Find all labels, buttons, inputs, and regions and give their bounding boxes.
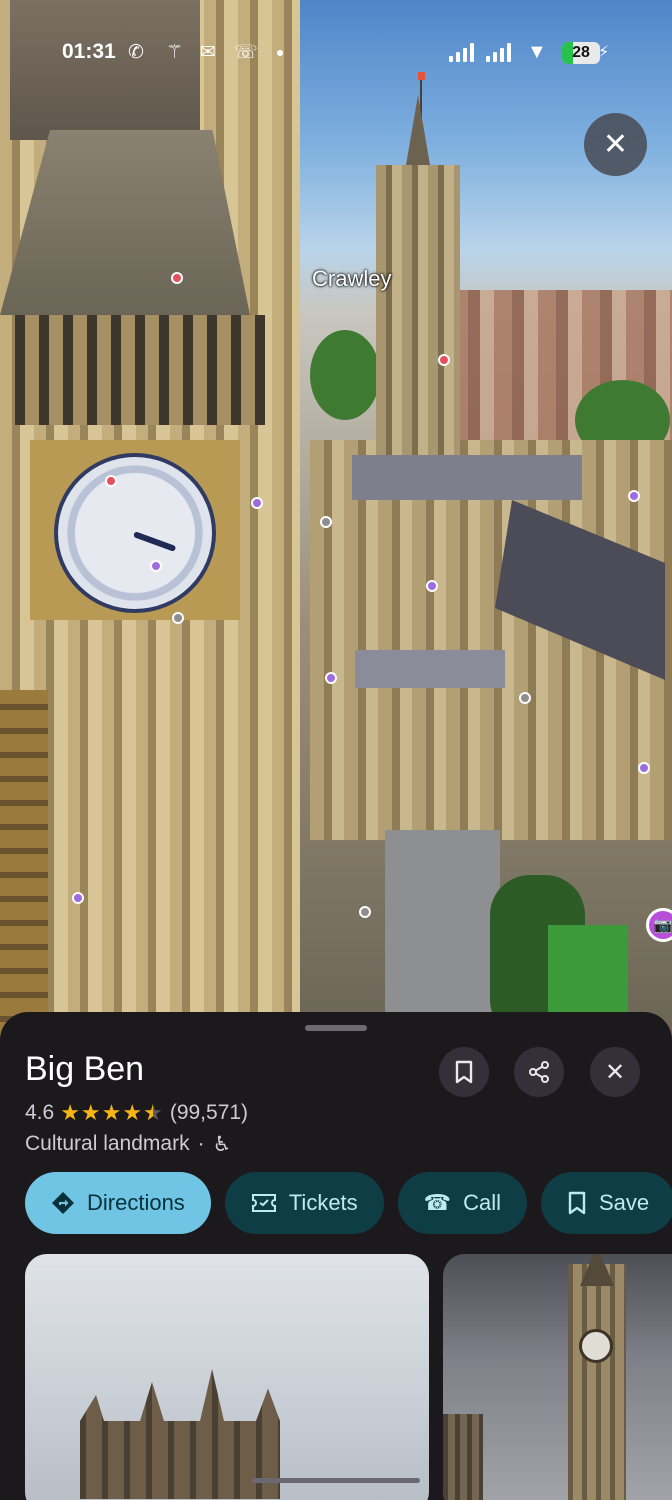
charging-icon: ⚡ (598, 44, 610, 61)
directions-button[interactable]: Directions (25, 1172, 211, 1234)
battery-level: 28 (572, 44, 590, 61)
save-button[interactable]: Save (540, 1172, 672, 1234)
victoria-tower (376, 165, 460, 455)
map-pin[interactable] (72, 892, 84, 904)
chat-icon: ✉ (200, 42, 216, 63)
photo-carousel[interactable] (25, 1254, 672, 1500)
half-star-icon: ★ (143, 1100, 164, 1126)
separator: · (197, 1132, 205, 1155)
tree-cluster (310, 330, 380, 420)
big-ben-belfry (15, 315, 265, 425)
directions-icon (52, 1192, 74, 1214)
close-3d-view-button[interactable]: ✕ (584, 113, 647, 176)
bookmark-icon (455, 1060, 473, 1084)
call-label: Call (463, 1190, 501, 1215)
close-icon: ✕ (602, 128, 629, 161)
map-pin[interactable] (320, 516, 332, 528)
map-pin[interactable] (325, 672, 337, 684)
tickets-button[interactable]: Tickets (224, 1172, 384, 1234)
star-icon: ★★★★ (60, 1100, 144, 1125)
map-pin[interactable] (251, 497, 263, 509)
map-pin[interactable] (150, 560, 162, 572)
palace-spires (80, 1369, 280, 1499)
wifi-icon: ▼ (527, 41, 547, 63)
directions-label: Directions (87, 1190, 185, 1215)
phone-icon: ☎ (423, 1190, 452, 1215)
left-building (0, 690, 48, 1040)
share-icon (529, 1061, 549, 1083)
action-chips: Directions Tickets ☎ Call Save (25, 1172, 672, 1234)
map-pin[interactable] (359, 906, 371, 918)
status-time: 01:31 (62, 40, 116, 63)
map-pin[interactable] (438, 354, 450, 366)
sheet-drag-handle[interactable] (305, 1025, 367, 1031)
signal-icon (449, 42, 474, 62)
category-row: Cultural landmark · ♿ (25, 1132, 231, 1157)
map-pin[interactable] (628, 490, 640, 502)
place-photo[interactable] (25, 1254, 429, 1500)
palace-roof (355, 650, 505, 688)
map-pin[interactable] (172, 612, 184, 624)
puzzle-icon: ⚚ (166, 42, 184, 63)
rating-stars: ★★★★★ (60, 1100, 164, 1126)
map-pin[interactable] (519, 692, 531, 704)
courtyard-road (385, 830, 500, 1040)
flag (418, 72, 425, 80)
save-label: Save (598, 1190, 650, 1215)
share-button[interactable] (514, 1047, 564, 1097)
close-sheet-button[interactable]: ✕ (590, 1047, 640, 1097)
big-ben-spire (10, 0, 200, 140)
signal-icon (486, 42, 511, 62)
map-pin[interactable] (426, 580, 438, 592)
map-place-label[interactable]: Crawley (312, 266, 391, 292)
battery-icon: 28 (562, 42, 600, 64)
whatsapp-icon: ✆ (128, 42, 144, 63)
status-bar: 01:31 ✆ ⚚ ✉ ☏ ▼ 28 ⚡ (0, 38, 672, 70)
bookmark-icon (568, 1191, 586, 1215)
map-3d-view[interactable]: 📷 Crawley (0, 0, 672, 1040)
palace-roof (352, 455, 582, 500)
save-place-button[interactable] (439, 1047, 489, 1097)
place-bottom-sheet[interactable]: Big Ben ✕ 4.6 ★★★★★ (99,571) Cultural la… (0, 1012, 672, 1500)
ticket-icon (251, 1194, 276, 1212)
close-icon: ✕ (604, 1058, 626, 1086)
map-pin[interactable] (105, 475, 117, 487)
call-button[interactable]: ☎ Call (397, 1172, 527, 1234)
review-count: (99,571) (169, 1101, 249, 1124)
place-category: Cultural landmark (25, 1132, 190, 1155)
tickets-label: Tickets (288, 1190, 358, 1215)
rating-value: 4.6 (25, 1101, 55, 1124)
map-pin[interactable] (638, 762, 650, 774)
clock-face (579, 1329, 613, 1363)
palace-edge (443, 1414, 483, 1500)
place-title: Big Ben (25, 1050, 145, 1088)
map-pin[interactable] (171, 272, 183, 284)
gesture-navigation-bar[interactable] (252, 1478, 420, 1483)
wheelchair-icon: ♿ (212, 1133, 232, 1156)
more-notifications-dot (277, 50, 283, 56)
phone-forward-icon: ☏ (234, 42, 258, 63)
battery-fill (562, 42, 573, 64)
place-photo[interactable] (443, 1254, 672, 1500)
big-ben-tower (568, 1264, 626, 1500)
photo-pin-icon[interactable]: 📷 (646, 908, 672, 942)
rating-row[interactable]: 4.6 ★★★★★ (99,571) (25, 1100, 248, 1126)
